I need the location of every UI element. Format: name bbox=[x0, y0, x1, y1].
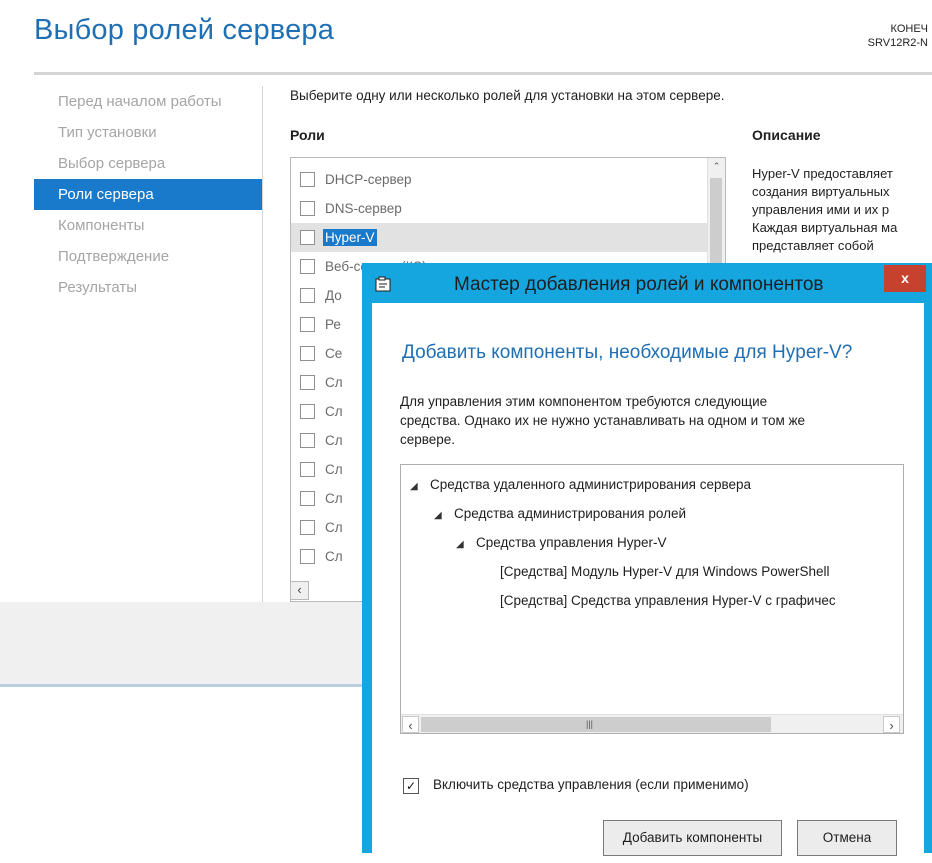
dialog-message-line: средства. Однако их не нужно устанавлива… bbox=[400, 413, 806, 428]
scroll-right-icon[interactable]: › bbox=[883, 716, 900, 733]
scroll-left-icon[interactable]: ‹ bbox=[402, 716, 419, 733]
required-features-tree[interactable]: ◢ Средства удаленного администрирования с… bbox=[400, 464, 904, 734]
dialog-message-line: Для управления этим компонентом требуютс… bbox=[400, 394, 768, 409]
include-tools-label[interactable]: Включить средства управления (если приме… bbox=[433, 777, 749, 792]
role-label: Ре bbox=[325, 317, 341, 332]
instruction-text: Выберите одну или несколько ролей для ус… bbox=[290, 88, 725, 103]
destination-server-name: SRV12R2-N bbox=[867, 37, 928, 49]
role-label: Сл bbox=[325, 433, 343, 448]
nav-item-server-selection[interactable]: Выбор сервера bbox=[34, 148, 262, 179]
role-label: Hyper-V bbox=[323, 229, 377, 246]
tree-item[interactable]: ◢ Средства удаленного администрирования с… bbox=[410, 473, 751, 497]
nav-item-installation-type[interactable]: Тип установки bbox=[34, 117, 262, 148]
tree-item-label: Средства управления Hyper-V bbox=[476, 535, 667, 550]
role-label: Сл bbox=[325, 375, 343, 390]
role-checkbox[interactable] bbox=[300, 317, 315, 332]
page-title: Выбор ролей сервера bbox=[34, 14, 335, 46]
role-label: Сл bbox=[325, 520, 343, 535]
tree-item-label: Средства удаленного администрирования се… bbox=[430, 477, 752, 492]
description-line: представляет собой bbox=[752, 238, 874, 253]
role-checkbox[interactable] bbox=[300, 230, 315, 245]
dialog-title: Мастер добавления ролей и компонентов bbox=[454, 274, 824, 295]
scroll-thumb[interactable] bbox=[421, 717, 771, 732]
destination-server-label: КОНЕЧ bbox=[890, 23, 928, 35]
nav-item-results[interactable]: Результаты bbox=[34, 272, 262, 303]
nav-item-features[interactable]: Компоненты bbox=[34, 210, 262, 241]
scroll-grip-icon: ||| bbox=[586, 719, 594, 729]
tree-item[interactable]: [Средства] Модуль Hyper-V для Windows Po… bbox=[500, 560, 830, 584]
role-checkbox[interactable] bbox=[300, 375, 315, 390]
tree-item[interactable]: ◢ Средства управления Hyper-V bbox=[456, 531, 666, 555]
role-checkbox[interactable] bbox=[300, 491, 315, 506]
role-checkbox[interactable] bbox=[300, 201, 315, 216]
tree-item-label: Средства администрирования ролей bbox=[454, 506, 686, 521]
description-line: создания виртуальных bbox=[752, 184, 890, 199]
expanded-triangle-icon[interactable]: ◢ bbox=[434, 504, 454, 528]
destination-server: КОНЕЧ SRV12R2-N bbox=[868, 22, 928, 50]
role-item[interactable]: DHCP-сервер bbox=[291, 165, 725, 194]
role-checkbox[interactable] bbox=[300, 549, 315, 564]
role-label: Се bbox=[325, 346, 343, 361]
role-item-selected[interactable]: Hyper-V bbox=[291, 223, 725, 252]
close-icon: x bbox=[901, 270, 909, 286]
expanded-triangle-icon[interactable]: ◢ bbox=[456, 533, 476, 557]
role-checkbox[interactable] bbox=[300, 172, 315, 187]
cancel-button[interactable]: Отмена bbox=[797, 820, 897, 856]
description-line: Hyper-V предоставляет bbox=[752, 166, 893, 181]
include-tools-checkbox[interactable]: ✓ bbox=[403, 778, 419, 794]
scroll-up-icon[interactable]: ⌃ bbox=[708, 158, 725, 175]
tree-horizontal-scrollbar[interactable]: ‹ ||| › bbox=[401, 714, 903, 733]
description-text: Hyper-V предоставляет создания виртуальн… bbox=[752, 165, 932, 255]
roles-heading: Роли bbox=[290, 127, 325, 143]
dialog-titlebar[interactable]: Мастер добавления ролей и компонентов x bbox=[362, 263, 932, 303]
role-checkbox[interactable] bbox=[300, 433, 315, 448]
title-divider bbox=[34, 72, 932, 75]
role-label: DNS-сервер bbox=[325, 201, 402, 216]
nav-item-confirmation[interactable]: Подтверждение bbox=[34, 241, 262, 272]
role-checkbox[interactable] bbox=[300, 520, 315, 535]
scroll-left-icon[interactable]: ‹ bbox=[290, 581, 309, 600]
description-line: Каждая виртуальная ма bbox=[752, 220, 898, 235]
dialog-body: Добавить компоненты, необходимые для Hyp… bbox=[372, 303, 924, 863]
dialog-message-line: сервере. bbox=[400, 432, 456, 447]
nav-item-before-you-begin[interactable]: Перед началом работы bbox=[34, 86, 262, 117]
tree-item-label: [Средства] Модуль Hyper-V для Windows Po… bbox=[500, 564, 830, 579]
add-features-button[interactable]: Добавить компоненты bbox=[603, 820, 782, 856]
role-item[interactable]: DNS-сервер bbox=[291, 194, 725, 223]
role-checkbox[interactable] bbox=[300, 346, 315, 361]
role-checkbox[interactable] bbox=[300, 259, 315, 274]
checkmark-icon: ✓ bbox=[405, 779, 417, 793]
role-checkbox[interactable] bbox=[300, 462, 315, 477]
description-heading: Описание bbox=[752, 127, 821, 143]
role-checkbox[interactable] bbox=[300, 288, 315, 303]
close-button[interactable]: x bbox=[884, 265, 926, 292]
wizard-nav: Перед началом работы Тип установки Выбор… bbox=[34, 86, 262, 303]
description-line: управления ими и их р bbox=[752, 202, 890, 217]
dialog-heading: Добавить компоненты, необходимые для Hyp… bbox=[402, 342, 853, 363]
add-features-dialog: Мастер добавления ролей и компонентов x … bbox=[362, 263, 932, 863]
role-label: Сл bbox=[325, 462, 343, 477]
role-label: До bbox=[325, 288, 342, 303]
role-checkbox[interactable] bbox=[300, 404, 315, 419]
tree-item[interactable]: [Средства] Средства управления Hyper-V с… bbox=[500, 589, 836, 613]
wizard-app-icon bbox=[375, 276, 391, 292]
dialog-message: Для управления этим компонентом требуютс… bbox=[400, 392, 900, 449]
nav-item-server-roles[interactable]: Роли сервера bbox=[34, 179, 262, 210]
role-label: Сл bbox=[325, 491, 343, 506]
role-label: DHCP-сервер bbox=[325, 172, 412, 187]
tree-item-label: [Средства] Средства управления Hyper-V с… bbox=[500, 593, 836, 608]
tree-item[interactable]: ◢ Средства администрирования ролей bbox=[434, 502, 686, 526]
role-label: Сл bbox=[325, 549, 343, 564]
nav-divider bbox=[262, 86, 263, 602]
role-label: Сл bbox=[325, 404, 343, 419]
expanded-triangle-icon[interactable]: ◢ bbox=[410, 475, 430, 499]
